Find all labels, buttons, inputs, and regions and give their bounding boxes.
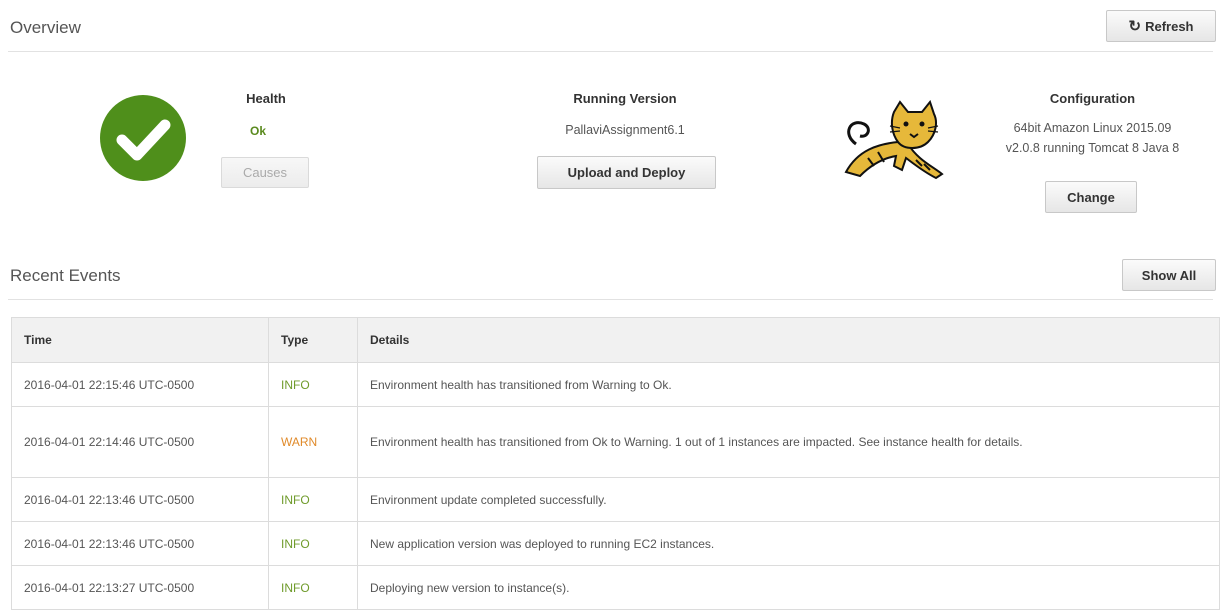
green-check-circle-icon — [100, 95, 186, 181]
recent-events-title: Recent Events — [10, 266, 121, 285]
event-type: INFO — [268, 565, 358, 610]
event-details: Environment health has transitioned from… — [357, 362, 1220, 407]
recent-events-table: Time Type Details 2016-04-01 22:15:46 UT… — [11, 317, 1220, 610]
column-header-details[interactable]: Details — [357, 317, 1220, 363]
health-status: Ok — [249, 124, 266, 138]
table-header-row: Time Type Details — [11, 317, 1220, 363]
table-row: 2016-04-01 22:15:46 UTC-0500 INFO Enviro… — [11, 362, 1220, 407]
configuration-title: Configuration — [1049, 91, 1136, 106]
overview-title: Overview — [10, 18, 81, 37]
recent-events-divider — [8, 299, 1213, 300]
overview-divider — [8, 51, 1213, 52]
refresh-button[interactable]: ↻ Refresh — [1106, 10, 1216, 42]
table-row: 2016-04-01 22:14:46 UTC-0500 WARN Enviro… — [11, 406, 1220, 478]
column-header-type[interactable]: Type — [268, 317, 358, 363]
event-details: New application version was deployed to … — [357, 521, 1220, 566]
event-type: INFO — [268, 477, 358, 522]
upload-and-deploy-button[interactable]: Upload and Deploy — [537, 156, 716, 189]
column-header-time[interactable]: Time — [11, 317, 269, 363]
causes-button[interactable]: Causes — [221, 157, 309, 188]
change-configuration-button[interactable]: Change — [1045, 181, 1137, 213]
event-details: Environment health has transitioned from… — [357, 406, 1220, 478]
configuration-platform-line2: v2.0.8 running Tomcat 8 Java 8 — [1005, 141, 1180, 155]
event-type: INFO — [268, 362, 358, 407]
refresh-icon: ↻ — [1128, 17, 1142, 35]
event-details: Environment update completed successfull… — [357, 477, 1220, 522]
event-time: 2016-04-01 22:15:46 UTC-0500 — [11, 362, 269, 407]
running-version-value: PallaviAssignment6.1 — [565, 123, 685, 137]
event-time: 2016-04-01 22:14:46 UTC-0500 — [11, 406, 269, 478]
show-all-button[interactable]: Show All — [1122, 259, 1216, 291]
event-type: WARN — [268, 406, 358, 478]
health-title: Health — [246, 91, 286, 106]
table-row: 2016-04-01 22:13:46 UTC-0500 INFO Enviro… — [11, 477, 1220, 522]
refresh-label: Refresh — [1145, 18, 1194, 34]
event-time: 2016-04-01 22:13:46 UTC-0500 — [11, 477, 269, 522]
event-time: 2016-04-01 22:13:27 UTC-0500 — [11, 565, 269, 610]
configuration-platform-line1: 64bit Amazon Linux 2015.09 — [1013, 121, 1172, 135]
tomcat-logo-icon — [844, 100, 944, 180]
running-version-title: Running Version — [573, 91, 677, 106]
table-row: 2016-04-01 22:13:27 UTC-0500 INFO Deploy… — [11, 565, 1220, 610]
event-type: INFO — [268, 521, 358, 566]
event-time: 2016-04-01 22:13:46 UTC-0500 — [11, 521, 269, 566]
event-details: Deploying new version to instance(s). — [357, 565, 1220, 610]
table-row: 2016-04-01 22:13:46 UTC-0500 INFO New ap… — [11, 521, 1220, 566]
